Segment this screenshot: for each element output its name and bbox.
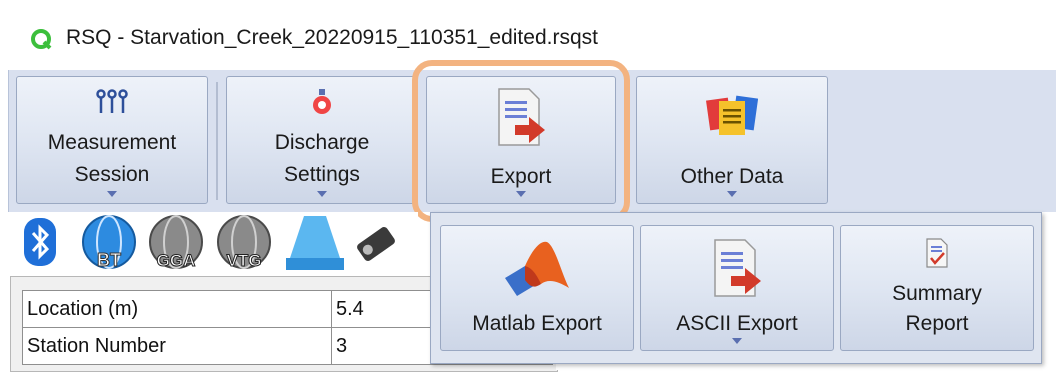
measurement-session-label-1: Measurement [47,131,177,154]
notes-stack-icon [706,95,758,135]
dropdown-arrow-icon [727,191,737,197]
export-highlight-outline [412,60,630,222]
bt-globe-icon[interactable]: BT [76,214,142,272]
dropdown-arrow-icon [732,338,742,344]
status-icon-bar: BT GGA VTG [8,212,418,276]
gga-icon-label: GGA [157,251,196,270]
matlab-export-label: Matlab Export [472,312,602,335]
vtg-globe-icon[interactable]: VTG [210,214,278,272]
flask-gear-icon [313,89,331,114]
ribbon-separator [216,82,218,200]
gga-globe-icon[interactable]: GGA [142,214,210,272]
people-icon [96,89,128,113]
dropdown-arrow-icon [107,191,117,197]
bluetooth-icon[interactable] [24,218,56,266]
summary-report-button[interactable]: Summary Report [840,225,1034,351]
summary-report-label-1: Summary [892,282,982,305]
discharge-settings-button[interactable]: Discharge Settings [226,76,418,204]
discharge-settings-label-1: Discharge [274,131,370,154]
ascii-export-button[interactable]: ASCII Export [640,225,834,351]
ascii-export-label: ASCII Export [676,312,798,335]
window-title: RSQ - Starvation_Creek_20220915_110351_e… [66,26,598,49]
matlab-export-button[interactable]: Matlab Export [440,225,634,351]
report-check-icon [926,238,948,268]
matlab-icon [505,241,569,296]
other-data-button[interactable]: Other Data [636,76,828,204]
other-data-label: Other Data [680,165,784,188]
bt-icon-label: BT [97,250,121,270]
measurement-session-label-2: Session [74,163,150,186]
dropdown-arrow-icon [317,191,327,197]
table-cell-name: Station Number [22,327,332,365]
water-beam-icon[interactable] [286,216,344,270]
adcp-instrument-icon[interactable] [354,224,398,264]
document-arrow-icon [714,239,761,297]
summary-report-label-2: Report [905,312,969,335]
discharge-settings-label-2: Settings [284,163,360,186]
measurement-session-button[interactable]: Measurement Session [16,76,208,204]
app-logo-icon [31,29,52,50]
table-cell-name: Location (m) [22,290,332,328]
vtg-icon-label: VTG [227,251,262,270]
